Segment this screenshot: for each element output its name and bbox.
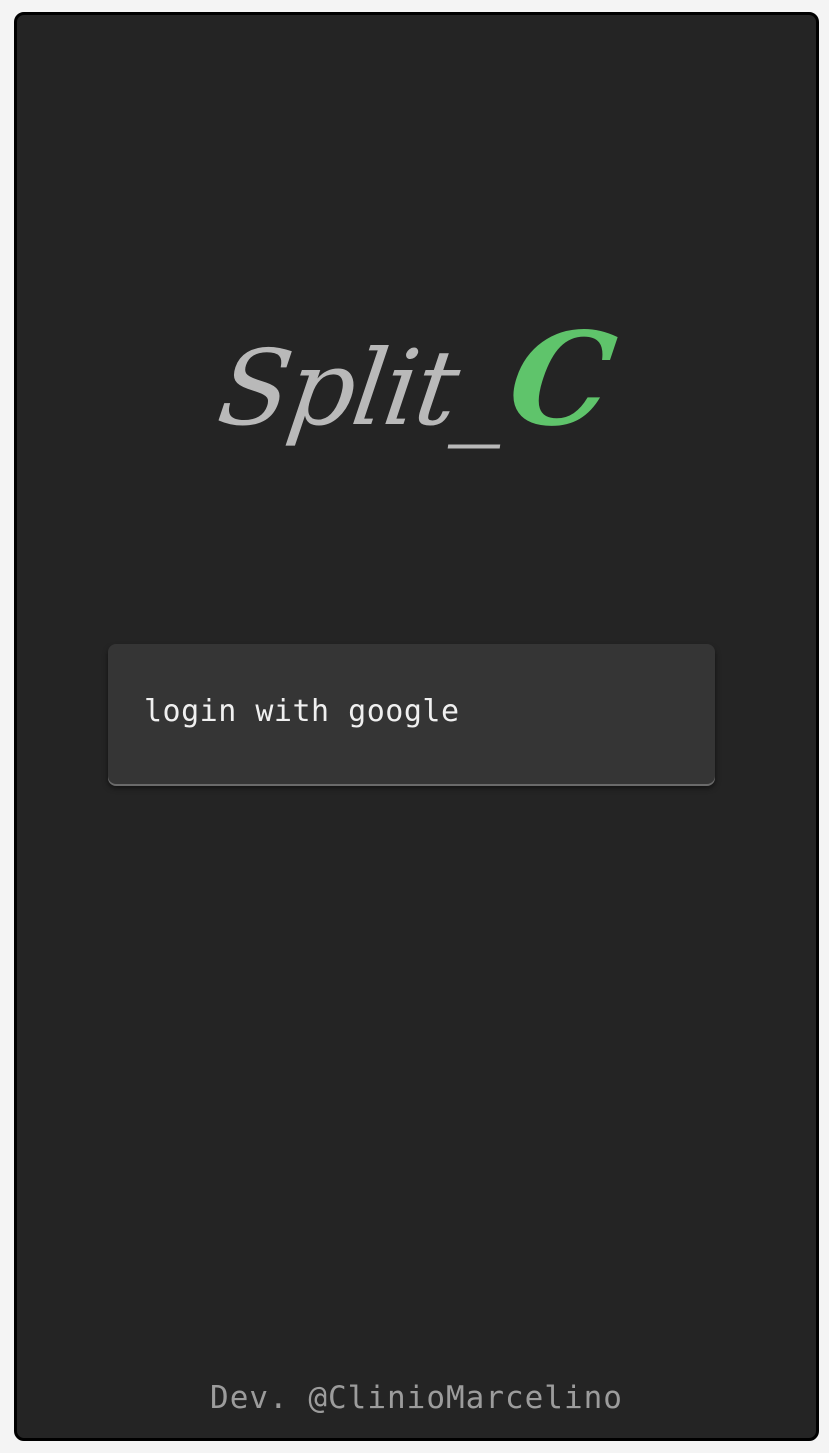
logo-text: Split_: [211, 327, 516, 449]
developer-credit: Dev. @ClinioMarcelino: [210, 1380, 623, 1416]
login-with-google-button[interactable]: login with google: [108, 644, 715, 784]
app-logo: Split_C: [17, 305, 816, 475]
logo-accent-letter: C: [500, 305, 624, 455]
app-screen: Split_C login with google Dev. @ClinioMa…: [14, 12, 819, 1441]
login-button-label: login with google: [144, 694, 460, 729]
